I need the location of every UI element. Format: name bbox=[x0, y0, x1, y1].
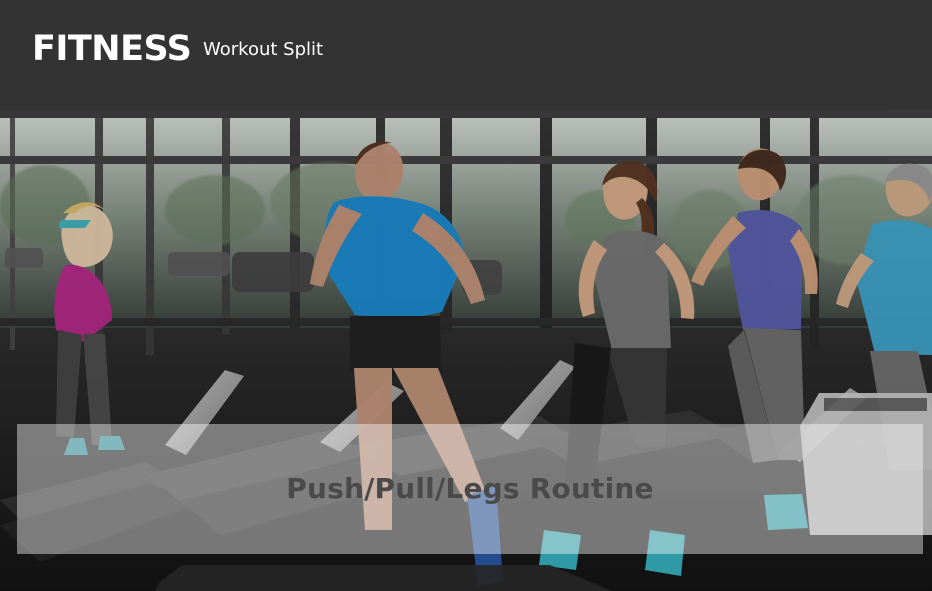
top-navigation-bar: FITNESS Workout Split bbox=[0, 0, 932, 110]
hero-caption-title: Push/Pull/Legs Routine bbox=[286, 472, 654, 505]
fitness-page: FITNESS Workout Split Push/Pull/Legs Rou… bbox=[0, 0, 932, 591]
hero-section: Push/Pull/Legs Routine bbox=[0, 110, 932, 591]
nav-link-workout-split[interactable]: Workout Split bbox=[203, 39, 323, 61]
brand-logo[interactable]: FITNESS bbox=[32, 29, 192, 69]
hero-caption-panel: Push/Pull/Legs Routine bbox=[17, 424, 923, 554]
